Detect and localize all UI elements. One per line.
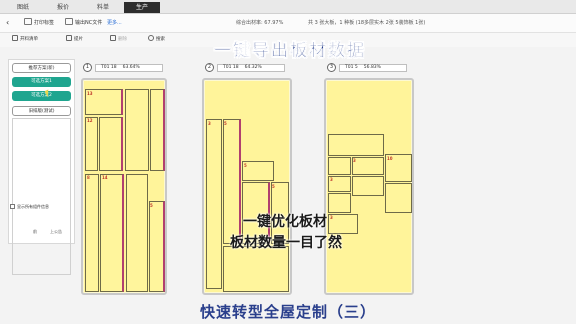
show-all-components-checkbox[interactable]: 显示所有组件信息 [10, 204, 49, 210]
tab-quote[interactable]: 报价 [50, 2, 76, 13]
board-info: T01 5 56.83% [339, 64, 407, 72]
more-link[interactable]: 更多... [107, 18, 122, 29]
panel-part[interactable] [85, 117, 98, 171]
search-button[interactable]: 搜索 [148, 35, 165, 45]
part-label: 5 [272, 184, 275, 189]
part-label: 3 [208, 121, 211, 126]
print-label-button[interactable]: 打印标签 [24, 18, 54, 29]
panel-part[interactable] [150, 89, 165, 171]
board-number: 1 [83, 63, 92, 72]
panel-part[interactable] [100, 174, 124, 292]
panel-part[interactable] [206, 119, 222, 289]
layers-icon [66, 35, 72, 41]
part-label: 3 [330, 215, 333, 220]
part-label: 10 [387, 156, 393, 161]
part-label: 5 [224, 121, 227, 126]
board-info: T01 18 63.64% [95, 64, 163, 72]
recommended-scheme-button[interactable]: 推荐方案(新) [12, 63, 71, 73]
panel-part[interactable] [328, 134, 384, 156]
top-tab-bar: 图纸 报价 料单 生产 [0, 0, 576, 14]
footer-title: 快速转型全屋定制（三） [200, 303, 377, 321]
export-icon [65, 18, 73, 25]
board-3-layout[interactable]: 3 10 3 3 [324, 78, 414, 295]
tab-materials[interactable]: 料单 [90, 2, 116, 13]
board-sheet: 3 5 5 5 [205, 81, 289, 292]
pager-next[interactable]: 上公告 [50, 229, 62, 235]
part-label: 3 [353, 158, 356, 163]
part-label: 5 [150, 203, 153, 208]
panel-part[interactable] [125, 89, 149, 171]
tab-production[interactable]: 生产 [124, 2, 160, 13]
panel-part[interactable] [149, 201, 165, 292]
export-nc-button[interactable]: 输出NC文件 [65, 18, 102, 29]
board-3-header: 3 T01 5 56.83% [327, 63, 412, 73]
board-info: T01 18 64.32% [217, 64, 285, 72]
panel-part[interactable] [85, 174, 99, 292]
panel-part[interactable] [328, 157, 351, 175]
part-label: 14 [102, 175, 108, 180]
printer-icon [24, 18, 32, 25]
panel-part[interactable] [223, 246, 289, 292]
main-toolbar: ‹ 打印标签 输出NC文件 更多... 综合出材率: 67.97% 共 3 张大… [0, 14, 576, 33]
part-label: 8 [87, 175, 90, 180]
panel-part[interactable] [352, 157, 384, 175]
checkbox-icon [10, 204, 15, 209]
panel-part[interactable] [223, 119, 241, 244]
delete-button[interactable]: 删除 [110, 35, 127, 45]
board-2-header: 2 T01 18 64.32% [205, 63, 290, 73]
list-icon [12, 35, 18, 41]
settings-button[interactable]: 提片 [66, 35, 83, 45]
part-label: 13 [87, 91, 93, 96]
board-2-layout[interactable]: 3 5 5 5 [202, 78, 292, 295]
part-label: 5 [244, 163, 247, 168]
search-icon [148, 35, 154, 41]
board-1-header: 1 T01 18 63.64% [83, 63, 168, 73]
tab-drawings[interactable]: 图纸 [10, 2, 36, 13]
caption-line-2: 板材数量一目了然 [230, 235, 342, 251]
back-arrow-icon[interactable]: ‹ [6, 18, 9, 29]
scheme-detail-box [12, 118, 71, 275]
panel-part[interactable] [126, 174, 148, 292]
part-label: 3 [330, 177, 333, 182]
panel-part[interactable] [352, 176, 384, 196]
option-scheme-2-button[interactable]: 可选方案2 [12, 91, 71, 101]
board-number: 3 [327, 63, 336, 72]
panel-part[interactable] [328, 193, 351, 213]
option-scheme-1-button[interactable]: 可选方案1 [12, 77, 71, 87]
pager-prev[interactable]: 前 [33, 229, 37, 235]
board-summary: 共 3 张大板，1 种板 (18多层实木 2张 5装饰板 1张) [308, 20, 426, 26]
trash-icon [110, 35, 116, 41]
headline-caption: 一键导出板材数据 [214, 41, 366, 61]
board-1-layout[interactable]: 13 12 8 14 5 [81, 78, 167, 295]
board-sheet: 13 12 8 14 5 [84, 81, 165, 292]
utilization-rate: 综合出材率: 67.97% [236, 20, 284, 26]
board-sheet: 3 10 3 3 [327, 81, 412, 292]
panel-part[interactable] [99, 117, 123, 171]
caption-line-1: 一键优化板材 [243, 214, 327, 230]
part-label: 12 [87, 118, 93, 123]
legacy-layout-button[interactable]: 旧排版(测试) [12, 106, 71, 116]
scheme-panel: 推荐方案(新) 可选方案1 可选方案2 旧排版(测试) [8, 59, 75, 275]
cut-list-button[interactable]: 开料清单 [12, 35, 38, 45]
board-number: 2 [205, 63, 214, 72]
panel-part[interactable] [385, 183, 412, 213]
